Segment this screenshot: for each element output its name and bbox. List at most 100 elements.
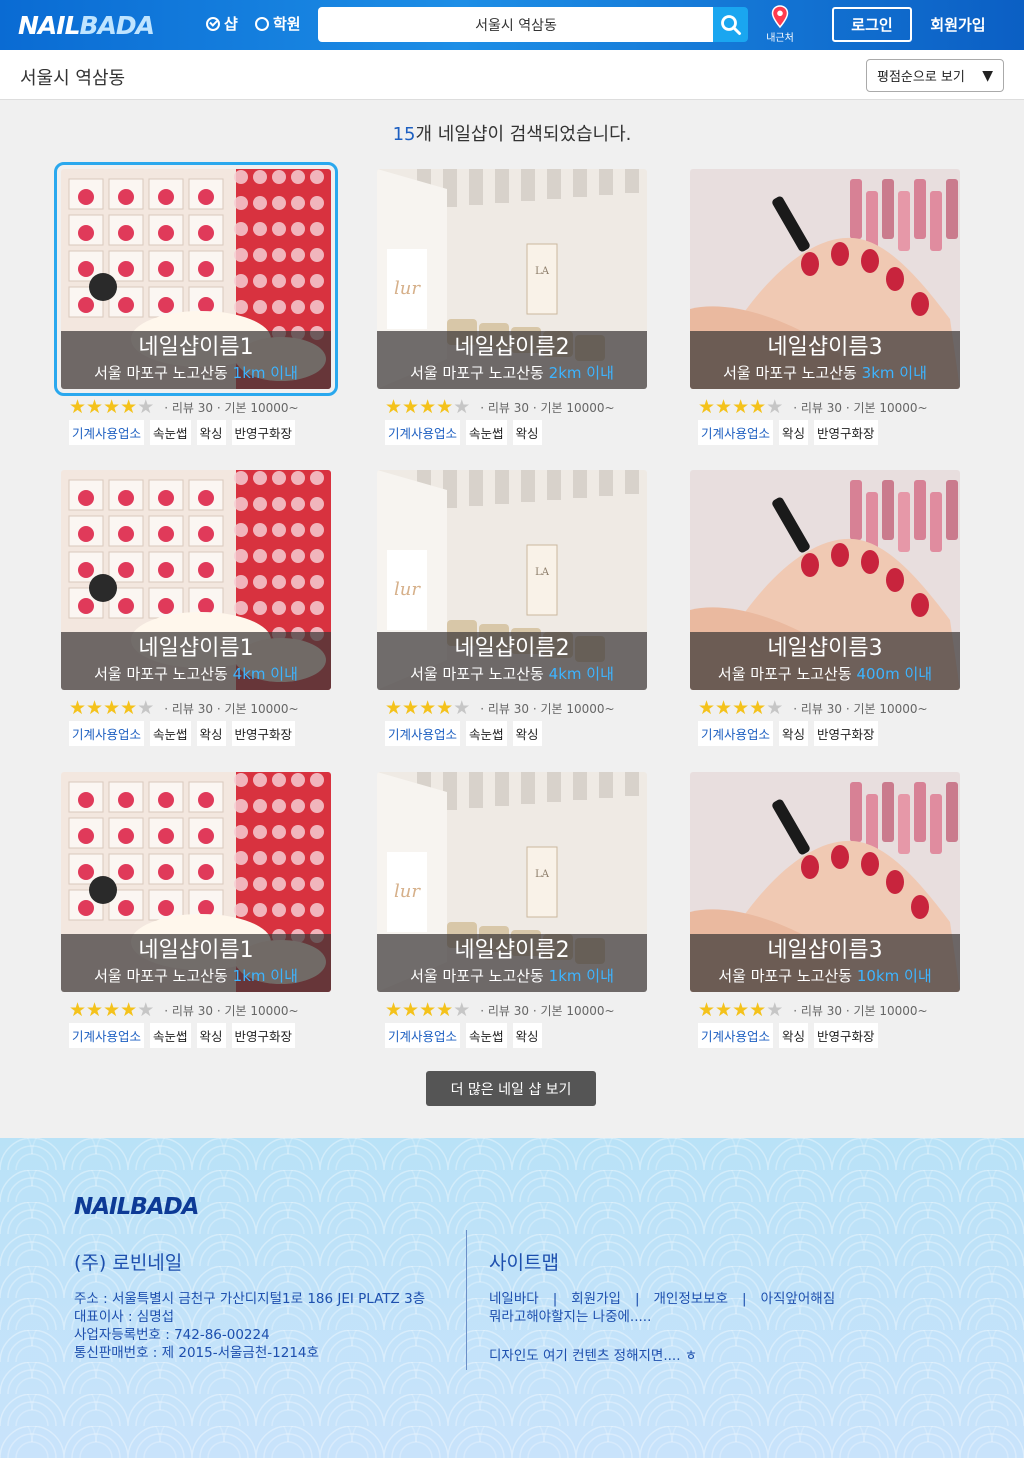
service-tag[interactable]: 왁싱 bbox=[779, 721, 809, 746]
review-price-text: · 리뷰 30 · 기본 10000~ bbox=[793, 701, 928, 716]
shop-thumbnail[interactable]: 네일샵이름3 서울 마포구 노고산동 3km 이내 bbox=[690, 169, 960, 389]
login-button[interactable]: 로그인 bbox=[832, 7, 912, 42]
service-tag[interactable]: 속눈썹 bbox=[466, 420, 507, 445]
service-tag[interactable]: 왁싱 bbox=[779, 420, 809, 445]
search-input[interactable] bbox=[318, 7, 714, 42]
nailbada-logo[interactable]: NAILBADA bbox=[18, 11, 155, 40]
service-tag[interactable]: 기계사용업소 bbox=[385, 420, 461, 445]
shop-card[interactable]: LA lur 네일샵이름2 서울 마포구 노고산동 4km 이내 ★ ★ ★ ★ ★ · 리뷰 3… bbox=[377, 470, 647, 746]
service-tags: 기계사용업소 속눈썹 왁싱 반영구화장 bbox=[61, 420, 331, 445]
service-tags: 기계사용업소 속눈썹 왁싱 반영구화장 bbox=[61, 721, 331, 746]
service-tag[interactable]: 속눈썹 bbox=[466, 721, 507, 746]
service-tag[interactable]: 왁싱 bbox=[512, 420, 542, 445]
svg-text:lur: lur bbox=[394, 881, 421, 902]
shop-card[interactable]: 네일샵이름3 서울 마포구 노고산동 3km 이내 ★ ★ ★ ★ ★ · 리뷰 30 · 기… bbox=[690, 169, 960, 445]
shop-card[interactable]: LA lur 네일샵이름2 서울 마포구 노고산동 1km 이내 ★ ★ ★ ★ ★ · 리뷰 3… bbox=[377, 772, 647, 1048]
service-tag[interactable]: 왁싱 bbox=[196, 420, 226, 445]
service-tag[interactable]: 왁싱 bbox=[779, 1023, 809, 1048]
shop-thumbnail[interactable]: LA lur 네일샵이름2 서울 마포구 노고산동 1km 이내 bbox=[377, 772, 647, 992]
service-tag[interactable]: 기계사용업소 bbox=[69, 1023, 145, 1048]
shop-thumbnail[interactable]: LA lur 네일샵이름2 서울 마포구 노고산동 4km 이내 bbox=[377, 470, 647, 690]
company-info: 주소 : 서울특별시 금천구 가산디지털1로 186 JEI PLATZ 3층 … bbox=[74, 1290, 425, 1362]
shop-thumbnail[interactable]: LA lur 네일샵이름2 서울 마포구 노고산동 2km 이내 bbox=[377, 169, 647, 389]
rating-stars: ★ ★ ★ ★ ★ bbox=[69, 395, 154, 418]
top-nav-bar: NAILBADA 샵 학원 내근처 로그인 회원가입 bbox=[0, 0, 1024, 50]
shop-address-text: 서울 마포구 노고산동 bbox=[94, 665, 228, 683]
star-filled-icon: ★ bbox=[715, 696, 733, 719]
service-tag[interactable]: 왁싱 bbox=[512, 721, 542, 746]
shop-thumbnail[interactable]: 네일샵이름1 서울 마포구 노고산동 1km 이내 bbox=[61, 772, 331, 992]
review-price-text: · 리뷰 30 · 기본 10000~ bbox=[793, 400, 928, 415]
more-shops-button[interactable]: 더 많은 네일 샵 보기 bbox=[426, 1071, 596, 1106]
shop-caption: 네일샵이름1 서울 마포구 노고산동 1km 이내 bbox=[61, 934, 331, 992]
star-empty-icon: ★ bbox=[453, 696, 471, 719]
rating-stars: ★ ★ ★ ★ ★ bbox=[69, 1000, 154, 1020]
shop-address-text: 서울 마포구 노고산동 bbox=[94, 364, 228, 382]
sitemap-link-nailbada[interactable]: 네일바다 bbox=[489, 1290, 539, 1308]
shop-meta: ★ ★ ★ ★ ★ · 리뷰 30 · 기본 10000~ bbox=[61, 998, 331, 1022]
service-tag[interactable]: 기계사용업소 bbox=[698, 420, 774, 445]
shop-card[interactable]: 네일샵이름1 서울 마포구 노고산동 4km 이내 ★ ★ ★ ★ ★ · 리뷰 30 · 기… bbox=[61, 470, 331, 746]
shop-card[interactable]: 네일샵이름1 서울 마포구 노고산동 1km 이내 ★ ★ ★ ★ ★ · 리뷰 30 · 기… bbox=[61, 772, 331, 1048]
shop-card[interactable]: 네일샵이름1 서울 마포구 노고산동 1km 이내 ★ ★ ★ ★ ★ · 리뷰 30 · 기… bbox=[54, 162, 338, 445]
shop-thumbnail[interactable]: 네일샵이름1 서울 마포구 노고산동 4km 이내 bbox=[61, 470, 331, 690]
review-price-text: · 리뷰 30 · 기본 10000~ bbox=[793, 1003, 928, 1018]
shop-name: 네일샵이름1 bbox=[138, 335, 254, 360]
service-tag[interactable]: 기계사용업소 bbox=[69, 420, 145, 445]
radio-shop[interactable]: 샵 bbox=[206, 13, 238, 34]
sitemap-link-privacy[interactable]: 개인정보보호 bbox=[654, 1290, 729, 1308]
shop-distance: 2km 이내 bbox=[548, 364, 614, 382]
sort-select[interactable]: 평점순으로 보기 ▼ bbox=[866, 59, 1004, 92]
service-tag[interactable]: 반영구화장 bbox=[231, 420, 296, 445]
service-tag[interactable]: 반영구화장 bbox=[231, 721, 296, 746]
star-filled-icon: ★ bbox=[419, 998, 437, 1021]
shop-caption: 네일샵이름3 서울 마포구 노고산동 3km 이내 bbox=[690, 331, 960, 389]
service-tag[interactable]: 왁싱 bbox=[196, 721, 226, 746]
svg-text:LA: LA bbox=[535, 266, 550, 277]
nearby-button[interactable]: 내근처 bbox=[760, 5, 800, 44]
shop-card[interactable]: 네일샵이름3 서울 마포구 노고산동 400m 이내 ★ ★ ★ ★ ★ · 리뷰 30 · … bbox=[690, 470, 960, 746]
service-tag[interactable]: 반영구화장 bbox=[814, 721, 878, 746]
service-tag[interactable]: 왁싱 bbox=[512, 1023, 542, 1048]
service-tag[interactable]: 속눈썹 bbox=[150, 420, 191, 445]
footer: NAILBADA (주) 로빈네일 주소 : 서울특별시 금천구 가산디지털1로… bbox=[0, 1138, 1024, 1458]
sitemap-link-misc[interactable]: 아직앞어해짐 bbox=[761, 1290, 836, 1308]
service-tag[interactable]: 기계사용업소 bbox=[698, 721, 774, 746]
shop-address: 서울 마포구 노고산동 1km 이내 bbox=[377, 966, 647, 986]
service-tag[interactable]: 반영구화장 bbox=[814, 420, 878, 445]
star-filled-icon: ★ bbox=[69, 395, 87, 418]
shop-distance: 4km 이내 bbox=[548, 665, 614, 683]
service-tags: 기계사용업소 속눈썹 왁싱 bbox=[377, 721, 647, 746]
review-price-text: · 리뷰 30 · 기본 10000~ bbox=[164, 1003, 299, 1018]
service-tag[interactable]: 반영구화장 bbox=[231, 1023, 296, 1048]
shop-thumbnail[interactable]: 네일샵이름1 서울 마포구 노고산동 1km 이내 bbox=[54, 162, 338, 396]
service-tag[interactable]: 속눈썹 bbox=[466, 1023, 507, 1048]
radio-academy[interactable]: 학원 bbox=[255, 13, 301, 34]
shop-meta: ★ ★ ★ ★ ★ · 리뷰 30 · 기본 10000~ bbox=[61, 696, 331, 720]
shop-card[interactable]: LA lur 네일샵이름2 서울 마포구 노고산동 2km 이내 ★ ★ ★ ★ ★ · 리뷰 3… bbox=[377, 169, 647, 445]
shop-card[interactable]: 네일샵이름3 서울 마포구 노고산동 10km 이내 ★ ★ ★ ★ ★ · 리뷰 30 · … bbox=[690, 772, 960, 1048]
review-price-text: · 리뷰 30 · 기본 10000~ bbox=[480, 1003, 615, 1018]
shop-caption: 네일샵이름2 서울 마포구 노고산동 4km 이내 bbox=[377, 632, 647, 690]
service-tags: 기계사용업소 속눈썹 왁싱 bbox=[377, 1023, 647, 1048]
service-tag[interactable]: 기계사용업소 bbox=[69, 721, 145, 746]
service-tag[interactable]: 기계사용업소 bbox=[385, 1023, 461, 1048]
join-button[interactable]: 회원가입 bbox=[920, 7, 996, 42]
shop-distance: 1km 이내 bbox=[232, 967, 298, 985]
service-tag[interactable]: 속눈썹 bbox=[150, 1023, 191, 1048]
shop-thumbnail[interactable]: 네일샵이름3 서울 마포구 노고산동 400m 이내 bbox=[690, 470, 960, 690]
search-button[interactable] bbox=[713, 7, 748, 42]
star-filled-icon: ★ bbox=[86, 395, 104, 418]
shop-thumbnail[interactable]: 네일샵이름3 서울 마포구 노고산동 10km 이내 bbox=[690, 772, 960, 992]
service-tag[interactable]: 반영구화장 bbox=[814, 1023, 878, 1048]
sitemap-link-join[interactable]: 회원가입 bbox=[571, 1290, 621, 1308]
service-tag[interactable]: 기계사용업소 bbox=[385, 721, 461, 746]
service-tag[interactable]: 속눈썹 bbox=[150, 721, 191, 746]
caret-down-icon: ▼ bbox=[982, 67, 993, 84]
footer-logo[interactable]: NAILBADA bbox=[74, 1194, 199, 1220]
logo-part-a: NAIL bbox=[18, 11, 81, 40]
service-tag[interactable]: 기계사용업소 bbox=[698, 1023, 774, 1048]
sort-select-label: 평점순으로 보기 bbox=[877, 70, 965, 85]
service-tag[interactable]: 왁싱 bbox=[196, 1023, 226, 1048]
star-filled-icon: ★ bbox=[103, 696, 121, 719]
